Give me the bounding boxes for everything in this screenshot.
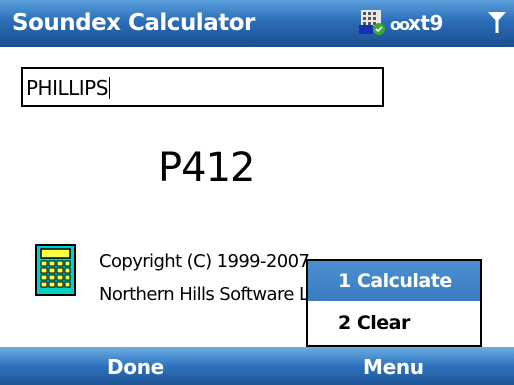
softkey-bar: Done Menu <box>0 347 514 385</box>
menu-item-calculate[interactable]: 1 Calculate <box>308 261 480 301</box>
status-icons: ᴏᴏxt9 <box>358 7 508 39</box>
menu-popup: 1 Calculate 2 Clear <box>306 259 482 347</box>
soundex-result: P412 <box>158 145 255 191</box>
menu-softkey[interactable]: Menu <box>363 355 424 379</box>
done-softkey[interactable]: Done <box>107 355 164 379</box>
name-input-value: PHILLIPS <box>26 76 108 100</box>
copyright-text: Copyright (C) 1999-2007 <box>99 251 310 272</box>
input-mode-indicator[interactable]: ᴏᴏxt9 <box>390 11 443 35</box>
menu-item-clear[interactable]: 2 Clear <box>308 303 480 343</box>
calculator-icon <box>35 244 76 296</box>
company-text: Northern Hills Software L <box>99 284 309 305</box>
text-caret <box>108 77 110 99</box>
antenna-icon[interactable] <box>486 9 508 35</box>
title-bar: Soundex Calculator ᴏᴏxt9 <box>0 0 514 47</box>
app-title: Soundex Calculator <box>12 10 255 36</box>
name-input[interactable]: PHILLIPS <box>21 67 384 107</box>
signal-bars-icon[interactable] <box>358 7 388 37</box>
